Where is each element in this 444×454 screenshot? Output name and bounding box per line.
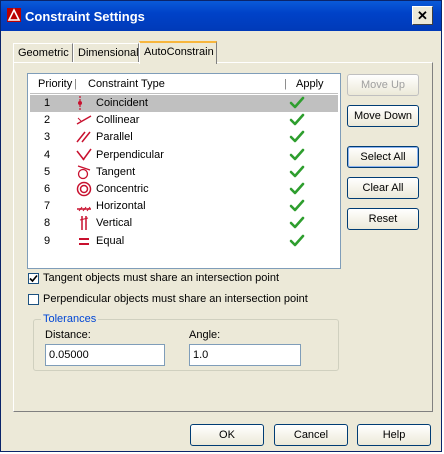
table-row[interactable]: 8 Vertical [30, 215, 338, 232]
row-priority: 5 [44, 165, 51, 178]
row-constraint-name: Vertical [96, 217, 133, 230]
apply-checkmark-icon[interactable] [289, 234, 305, 248]
tangent-option-label[interactable]: Tangent objects must share an intersecti… [43, 272, 279, 284]
horizontal-icon [76, 198, 92, 214]
row-constraint-name: Parallel [96, 131, 133, 144]
column-divider: | [74, 78, 77, 90]
ok-button[interactable]: OK [190, 424, 264, 446]
apply-checkmark-icon[interactable] [289, 199, 305, 213]
table-row[interactable]: 1 Coincident [30, 95, 338, 112]
perpendicular-checkbox[interactable] [28, 294, 39, 305]
table-row[interactable]: 9 Equal [30, 233, 338, 250]
apply-checkmark-icon[interactable] [289, 182, 305, 196]
move-up-button[interactable]: Move Up [347, 74, 419, 96]
row-constraint-name: Collinear [96, 114, 140, 127]
table-row[interactable]: 4 Perpendicular [30, 147, 338, 164]
table-row[interactable]: 3 Parallel [30, 129, 338, 146]
angle-field[interactable]: 1.0 [189, 344, 301, 366]
apply-checkmark-icon[interactable] [289, 96, 305, 110]
apply-checkmark-icon[interactable] [289, 148, 305, 162]
perpendicular-option-label[interactable]: Perpendicular objects must share an inte… [43, 293, 308, 305]
row-priority: 9 [44, 234, 51, 247]
concentric-icon [76, 181, 92, 197]
collinear-icon [76, 112, 92, 128]
checkmark-icon [29, 274, 38, 283]
help-button[interactable]: Help [357, 424, 431, 446]
row-priority: 3 [44, 131, 51, 144]
column-divider: | [284, 78, 287, 90]
apply-checkmark-icon[interactable] [289, 130, 305, 144]
window-title: Constraint Settings [25, 9, 145, 24]
table-row[interactable]: 2 Collinear [30, 112, 338, 129]
constraint-list[interactable]: Priority | Constraint Type | Apply 1 Coin… [27, 73, 341, 269]
coincident-icon [76, 95, 92, 111]
close-button[interactable]: ✕ [412, 6, 433, 25]
row-priority: 4 [44, 148, 51, 161]
reset-button[interactable]: Reset [347, 208, 419, 230]
perpendicular-icon [76, 147, 92, 163]
tolerances-title: Tolerances [41, 313, 99, 325]
autocad-app-icon [7, 8, 21, 22]
distance-field[interactable]: 0.05000 [45, 344, 165, 366]
tangent-checkbox[interactable] [28, 273, 39, 284]
vertical-icon [76, 215, 92, 231]
constraint-settings-dialog: Constraint Settings ✕ Geometric Dimensio… [0, 0, 442, 452]
row-constraint-name: Horizontal [96, 200, 146, 213]
distance-label: Distance: [45, 329, 91, 341]
title-bar[interactable]: Constraint Settings ✕ [1, 1, 441, 31]
parallel-icon [76, 129, 92, 145]
list-header: Priority | Constraint Type | Apply [30, 76, 338, 94]
row-constraint-name: Coincident [96, 97, 148, 109]
row-constraint-name: Concentric [96, 183, 149, 195]
column-priority[interactable]: Priority [38, 78, 72, 90]
table-row[interactable]: 5 Tangent [30, 164, 338, 181]
move-down-button[interactable]: Move Down [347, 105, 419, 127]
column-constraint-type[interactable]: Constraint Type [88, 78, 165, 90]
table-row[interactable]: 6 Concentric [30, 181, 338, 198]
tab-geometric[interactable]: Geometric [13, 43, 73, 62]
row-priority: 6 [44, 183, 51, 195]
row-priority: 7 [44, 200, 51, 213]
row-constraint-name: Perpendicular [96, 148, 164, 161]
apply-checkmark-icon[interactable] [289, 216, 305, 230]
equal-icon [76, 233, 92, 249]
clear-all-button[interactable]: Clear All [347, 177, 419, 199]
row-priority: 8 [44, 217, 51, 230]
row-constraint-name: Equal [96, 234, 125, 247]
angle-label: Angle: [189, 329, 221, 341]
apply-checkmark-icon[interactable] [289, 113, 305, 127]
apply-checkmark-icon[interactable] [289, 165, 305, 179]
tab-dimensional[interactable]: Dimensional [73, 43, 139, 62]
tangent-icon [76, 164, 92, 180]
row-priority: 2 [44, 114, 51, 127]
row-priority: 1 [44, 97, 51, 109]
select-all-button[interactable]: Select All [347, 146, 419, 168]
column-apply[interactable]: Apply [296, 78, 324, 90]
table-row[interactable]: 7 Horizontal [30, 198, 338, 215]
tab-autoconstrain[interactable]: AutoConstrain [139, 41, 217, 64]
row-constraint-name: Tangent [96, 165, 136, 178]
cancel-button[interactable]: Cancel [274, 424, 348, 446]
